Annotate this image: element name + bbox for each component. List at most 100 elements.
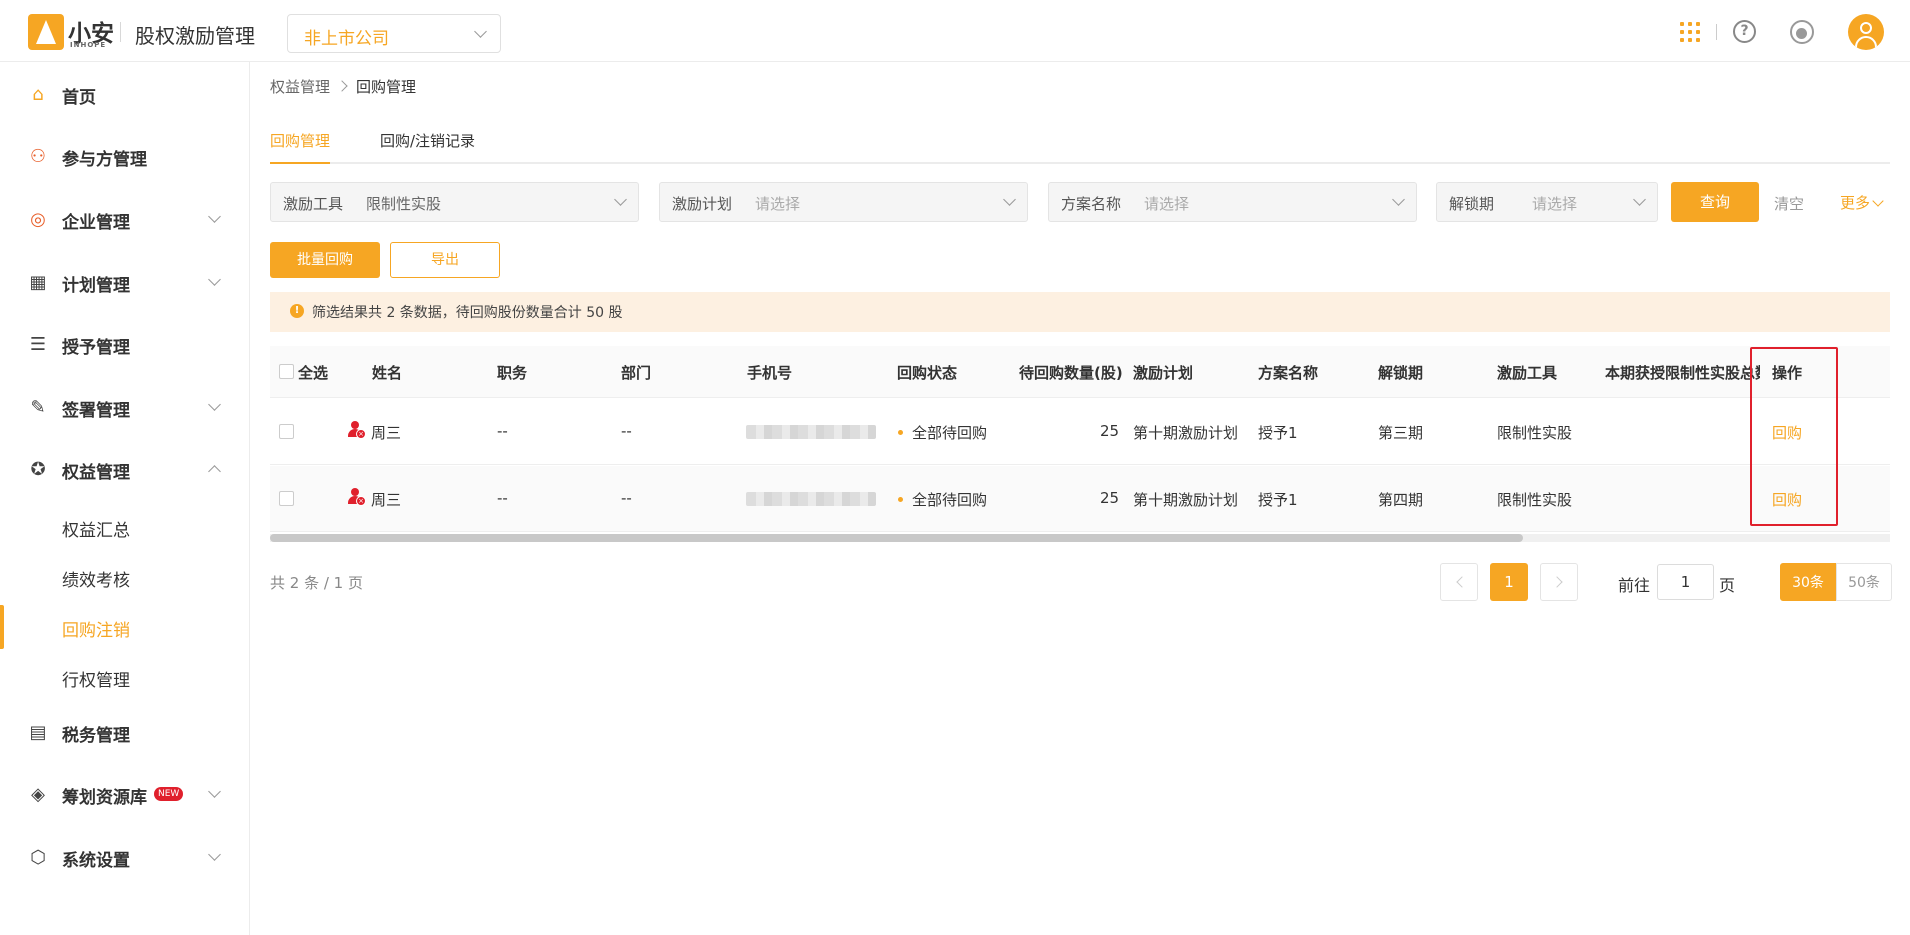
page-size-30[interactable]: 30条 — [1780, 563, 1836, 601]
filter-summary-alert: ! 筛选结果共 2 条数据，待回购股份数量合计 50 股 — [270, 292, 1890, 332]
column-header-phone: 手机号 — [747, 364, 793, 382]
main-content: 权益管理回购管理 回购管理 回购/注销记录 激励工具 限制性实股 激励计划 请选… — [250, 62, 1910, 935]
goto-page-input[interactable]: 1 — [1657, 564, 1714, 600]
sidebar-item-label: 首页 — [62, 88, 96, 108]
sidebar-subitem-equity-summary[interactable]: 权益汇总 — [0, 503, 250, 551]
sidebar-subitem-exercise[interactable]: 行权管理 — [0, 653, 250, 701]
cell-title: -- — [497, 489, 508, 507]
alert-text: 筛选结果共 2 条数据，待回购股份数量合计 50 股 — [312, 305, 623, 321]
pagination-total: 共 2 条 / 1 页 — [270, 574, 363, 592]
users-icon: ⚇ — [29, 146, 47, 167]
chevron-down-icon — [1872, 195, 1884, 207]
breadcrumb-item[interactable]: 权益管理 — [270, 78, 330, 96]
sidebar-subitem-label: 行权管理 — [62, 671, 130, 691]
chevron-down-icon — [1003, 193, 1016, 206]
more-label: 更多 — [1840, 194, 1871, 212]
query-button[interactable]: 查询 — [1671, 182, 1759, 222]
chevron-down-icon — [1392, 193, 1405, 206]
sidebar-item-tax[interactable]: ▤ 税务管理 — [0, 708, 250, 758]
horizontal-scrollbar-thumb[interactable] — [270, 534, 1523, 542]
filter-unlock-period[interactable]: 解锁期 请选择 — [1436, 182, 1658, 222]
sidebar-item-company[interactable]: ◎ 企业管理 — [0, 195, 250, 245]
sidebar-item-sign[interactable]: ✎ 签署管理 — [0, 383, 250, 433]
filter-placeholder: 请选择 — [755, 195, 801, 213]
sidebar-item-equity[interactable]: ✪ 权益管理 — [0, 445, 250, 495]
batch-buyback-button[interactable]: 批量回购 — [270, 242, 380, 278]
more-filters-button[interactable]: 更多 — [1840, 192, 1884, 213]
sidebar-subitem-performance[interactable]: 绩效考核 — [0, 553, 250, 601]
table-header: 全选 姓名 职务 部门 手机号 回购状态 待回购数量(股) 激励计划 方案名称 … — [270, 346, 1890, 398]
tab-buyback-manage[interactable]: 回购管理 — [270, 130, 331, 164]
row-checkbox[interactable] — [279, 424, 294, 439]
sidebar-item-grant[interactable]: ☰ 授予管理 — [0, 320, 250, 370]
logo-divider — [120, 22, 121, 42]
filter-incentive-tool[interactable]: 激励工具 限制性实股 — [270, 182, 639, 222]
status-dot — [898, 430, 903, 435]
column-header-scheme: 方案名称 — [1258, 364, 1319, 382]
column-header-name: 姓名 — [372, 364, 403, 382]
chevron-down-icon — [614, 193, 627, 206]
page-size-50[interactable]: 50条 — [1836, 563, 1892, 601]
cell-dept: -- — [621, 422, 632, 440]
filter-label: 激励工具 — [283, 195, 344, 213]
sidebar-item-plan[interactable]: ▦ 计划管理 — [0, 258, 250, 308]
sidebar-item-label: 计划管理 — [62, 276, 130, 296]
status-dot — [898, 497, 903, 502]
avatar[interactable] — [1848, 14, 1884, 50]
new-badge: NEW — [154, 787, 184, 801]
row-checkbox[interactable] — [279, 491, 294, 506]
apps-grid-icon[interactable] — [1680, 22, 1700, 42]
sidebar-item-home[interactable]: ⌂ 首页 — [0, 70, 250, 120]
chevron-down-icon — [208, 848, 221, 861]
tab-bar: 回购管理 回购/注销记录 — [270, 120, 1890, 164]
company-type-select[interactable]: 非上市公司 — [287, 14, 501, 53]
filter-scheme-name[interactable]: 方案名称 请选择 — [1048, 182, 1417, 222]
logo-subtext: INHOPE — [70, 41, 107, 49]
plan-icon: ▦ — [29, 272, 47, 293]
cell-status: 全部待回购 — [912, 424, 988, 442]
filter-label: 方案名称 — [1061, 195, 1122, 213]
goto-page-unit: 页 — [1719, 576, 1736, 595]
user-resigned-icon: × — [347, 488, 366, 506]
chevron-down-icon — [208, 273, 221, 286]
chevron-down-icon — [1633, 193, 1646, 206]
app-title: 股权激励管理 — [135, 24, 255, 48]
buyback-link[interactable]: 回购 — [1772, 489, 1802, 510]
warning-icon: ! — [290, 304, 304, 318]
home-icon: ⌂ — [32, 84, 44, 105]
sidebar-item-label: 企业管理 — [62, 213, 130, 233]
next-page-button[interactable] — [1540, 563, 1578, 601]
sidebar: ⌂ 首页 ⚇ 参与方管理 ◎ 企业管理 ▦ 计划管理 ☰ 授予管理 ✎ 签署管理… — [0, 62, 250, 935]
chevron-down-icon — [208, 785, 221, 798]
column-header-plan: 激励计划 — [1133, 364, 1194, 382]
sidebar-item-label: 参与方管理 — [62, 150, 147, 170]
logo-icon[interactable] — [28, 14, 64, 50]
sidebar-item-resources[interactable]: ◈ 筹划资源库 NEW — [0, 770, 250, 820]
cell-status: 全部待回购 — [912, 491, 988, 509]
cell-name: 周三 — [371, 491, 402, 509]
company-icon: ◎ — [30, 209, 46, 230]
select-all-checkbox[interactable] — [279, 364, 294, 379]
sidebar-item-participants[interactable]: ⚇ 参与方管理 — [0, 132, 250, 182]
column-header-status: 回购状态 — [897, 364, 958, 382]
cell-name: 周三 — [371, 424, 402, 442]
tab-buyback-records[interactable]: 回购/注销记录 — [380, 130, 475, 164]
export-button[interactable]: 导出 — [390, 242, 500, 278]
sidebar-item-settings[interactable]: ⬡ 系统设置 — [0, 833, 250, 883]
table-row: × 周三 -- -- 全部待回购 25 第十期激励计划 授予1 第三期 限制性实… — [270, 399, 1890, 465]
chevron-down-icon — [474, 25, 487, 38]
column-header-unlock: 解锁期 — [1378, 364, 1424, 382]
clear-button[interactable]: 清空 — [1774, 193, 1804, 214]
sidebar-subitem-buyback[interactable]: 回购注销 — [0, 603, 250, 651]
cell-scheme: 授予1 — [1258, 491, 1298, 509]
sidebar-item-label: 授予管理 — [62, 338, 130, 358]
select-all-label: 全选 — [298, 364, 329, 382]
help-icon[interactable]: ? — [1733, 20, 1756, 43]
page-number-current[interactable]: 1 — [1490, 563, 1528, 601]
filter-incentive-plan[interactable]: 激励计划 请选择 — [659, 182, 1028, 222]
sidebar-item-label: 权益管理 — [62, 463, 130, 483]
chevron-down-icon — [208, 398, 221, 411]
buyback-link[interactable]: 回购 — [1772, 422, 1802, 443]
customer-service-icon[interactable] — [1790, 20, 1814, 44]
prev-page-button[interactable] — [1440, 563, 1478, 601]
